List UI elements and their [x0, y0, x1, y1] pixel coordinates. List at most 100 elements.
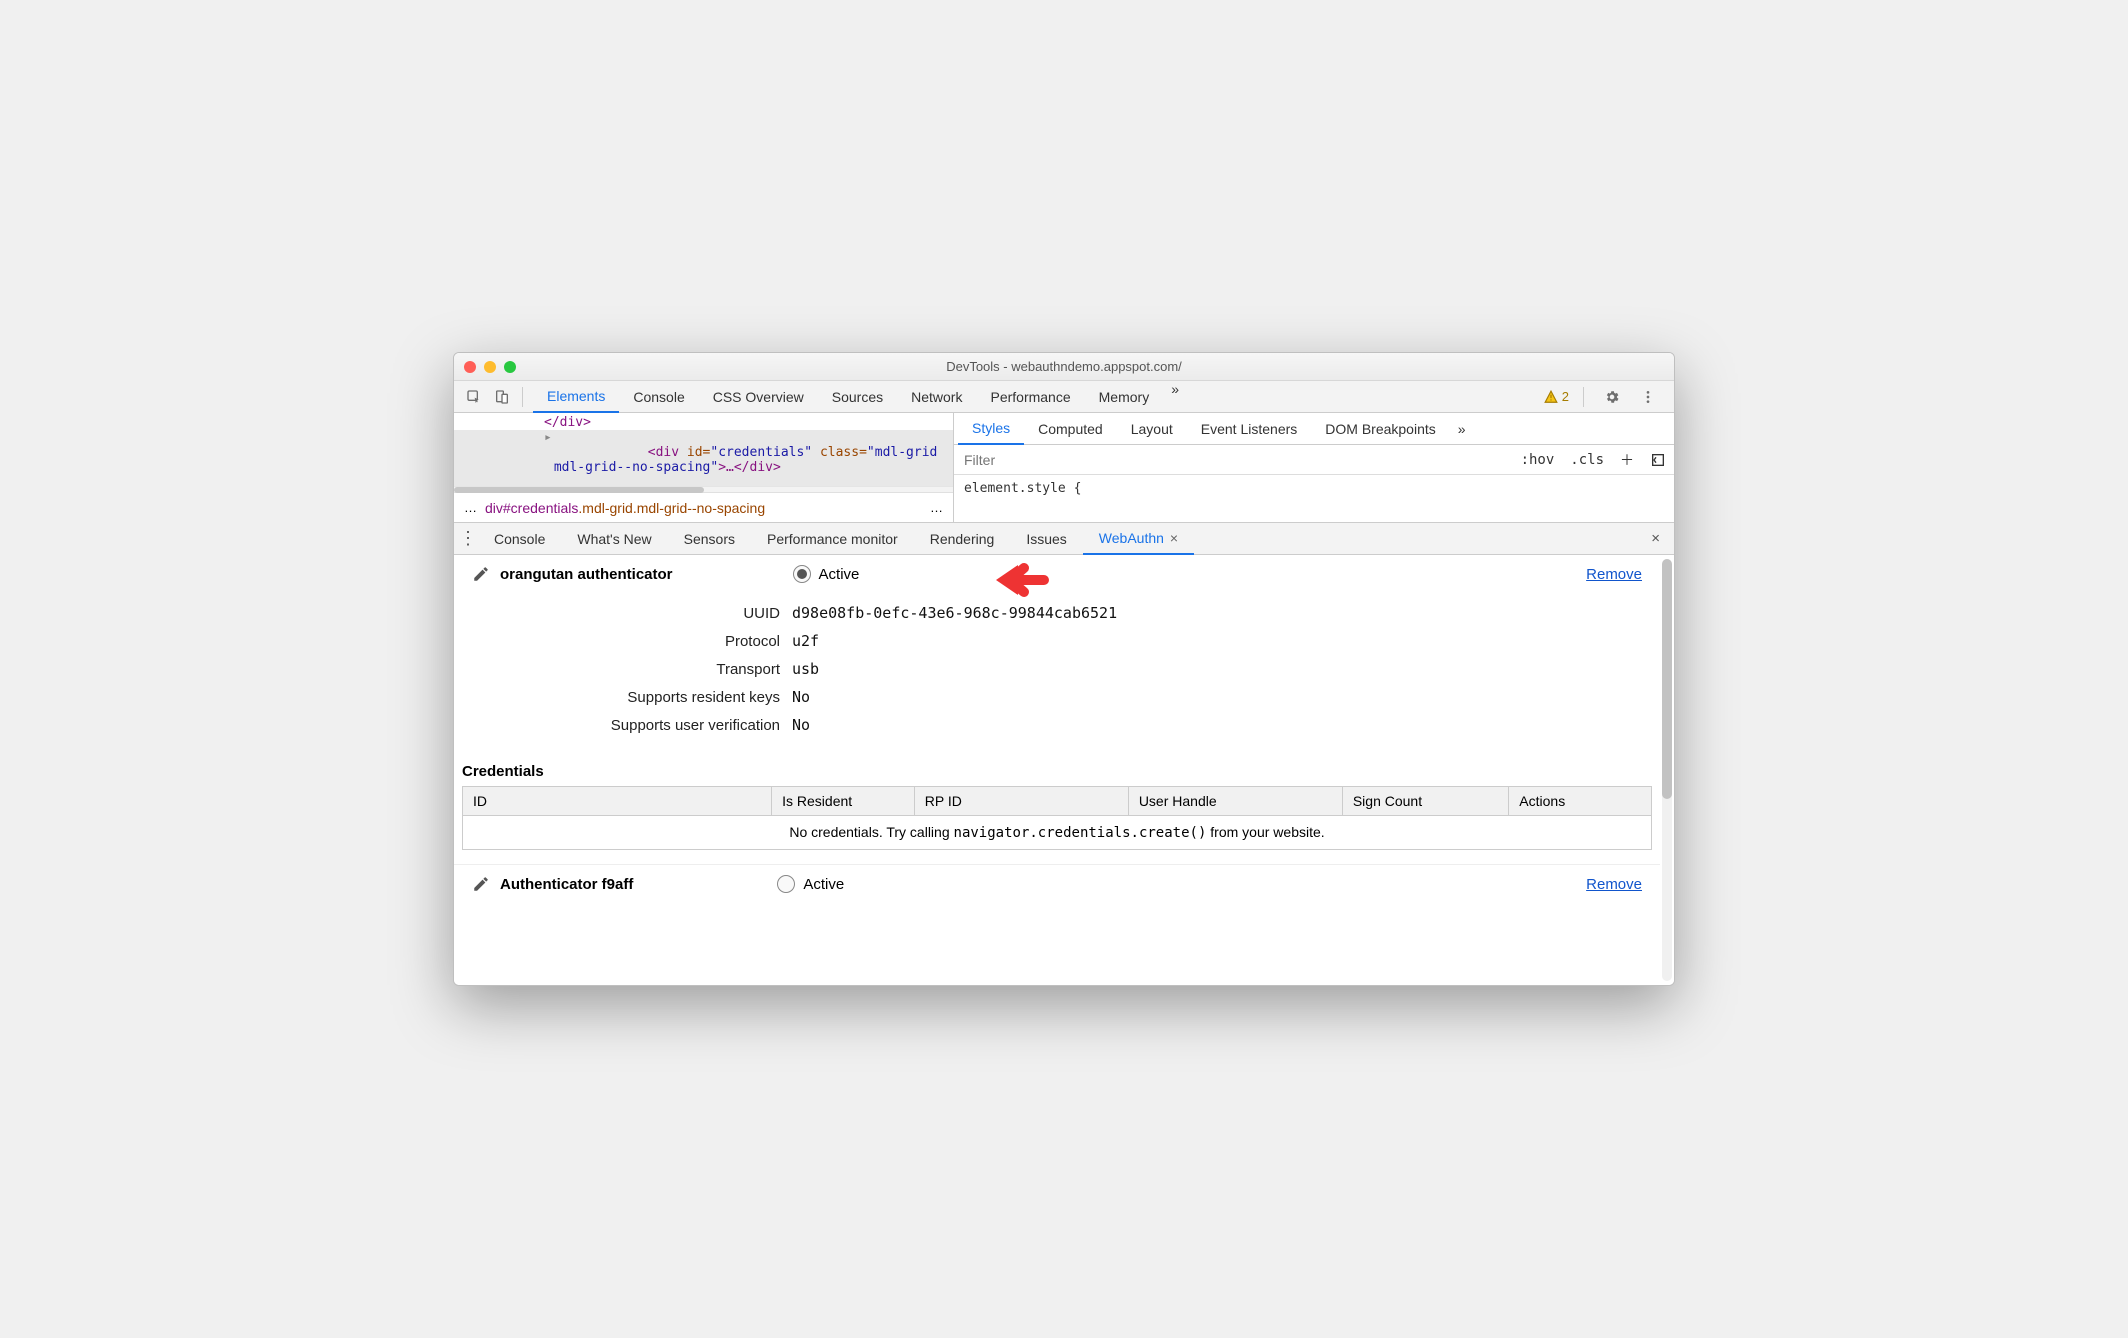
field-resident-keys: Supports resident keys No [472, 683, 1642, 711]
styles-toolbar: :hov .cls ＋ [954, 445, 1674, 475]
col-id[interactable]: ID [463, 787, 772, 816]
active-radio-group[interactable]: Active [793, 565, 860, 583]
field-value: u2f [792, 632, 819, 650]
tab-performance[interactable]: Performance [976, 381, 1084, 413]
device-toolbar-icon[interactable] [492, 387, 512, 407]
dom-tree[interactable]: </div> ▸ <div id="credentials" class="md… [454, 413, 953, 486]
breadcrumb-ellipsis-right[interactable]: … [930, 500, 943, 515]
tab-memory[interactable]: Memory [1085, 381, 1164, 413]
styles-filter-input[interactable] [954, 452, 1513, 468]
tab-elements[interactable]: Elements [533, 381, 619, 413]
drawer-tabs: Console What's New Sensors Performance m… [478, 523, 1641, 555]
active-radio-group[interactable]: Active [777, 875, 844, 893]
table-empty-row: No credentials. Try calling navigator.cr… [463, 816, 1652, 850]
credentials-heading: Credentials [454, 753, 1660, 786]
drawer-tab-console[interactable]: Console [478, 523, 561, 555]
drawer-tab-rendering[interactable]: Rendering [914, 523, 1011, 555]
warnings-count: 2 [1562, 389, 1569, 404]
breadcrumb-ellipsis-left[interactable]: … [464, 500, 477, 515]
col-sign-count[interactable]: Sign Count [1342, 787, 1508, 816]
active-radio[interactable] [793, 565, 811, 583]
empty-text-tail: from your website. [1206, 824, 1324, 840]
drawer-tab-whatsnew[interactable]: What's New [561, 523, 667, 555]
table-header-row: ID Is Resident RP ID User Handle Sign Co… [463, 787, 1652, 816]
tab-css-overview[interactable]: CSS Overview [699, 381, 818, 413]
warnings-badge[interactable]: 2 [1544, 389, 1569, 404]
dom-breadcrumb[interactable]: … div#credentials.mdl-grid.mdl-grid--no-… [454, 492, 953, 522]
webauthn-panel: orangutan authenticator Active Remove UU… [454, 555, 1674, 985]
authenticator-fields: UUID d98e08fb-0efc-43e6-968c-99844cab652… [454, 593, 1660, 753]
tab-sources[interactable]: Sources [818, 381, 897, 413]
empty-text-code: navigator.credentials.create() [954, 825, 1207, 841]
drawer-tab-perfmon[interactable]: Performance monitor [751, 523, 914, 555]
toolbar-right: 2 [1544, 387, 1662, 407]
dom-tree-panel: </div> ▸ <div id="credentials" class="md… [454, 413, 954, 522]
close-window-icon[interactable] [464, 361, 476, 373]
authenticator-header: Authenticator f9aff Active Remove [454, 865, 1660, 903]
dom-selected-node[interactable]: ▸ <div id="credentials" class="mdl-grid … [454, 430, 953, 486]
authenticator-2: Authenticator f9aff Active Remove [454, 864, 1660, 903]
col-is-resident[interactable]: Is Resident [772, 787, 915, 816]
col-actions[interactable]: Actions [1509, 787, 1652, 816]
sidebar-tab-event-listeners[interactable]: Event Listeners [1187, 413, 1312, 445]
field-label: Supports resident keys [472, 689, 792, 706]
sidebar-tab-computed[interactable]: Computed [1024, 413, 1117, 445]
edit-icon[interactable] [472, 875, 490, 893]
col-rpid[interactable]: RP ID [914, 787, 1128, 816]
sidebar-tabs: Styles Computed Layout Event Listeners D… [954, 413, 1674, 445]
field-protocol: Protocol u2f [472, 627, 1642, 655]
col-user-handle[interactable]: User Handle [1128, 787, 1342, 816]
gear-icon[interactable] [1602, 387, 1622, 407]
hov-button[interactable]: :hov [1513, 445, 1563, 474]
expand-triangle-icon[interactable]: ▸ [544, 430, 552, 445]
tab-network[interactable]: Network [897, 381, 976, 413]
sidebar-more-tabs-icon[interactable]: » [1450, 421, 1474, 437]
toggle-computed-icon[interactable] [1642, 445, 1674, 474]
kebab-menu-icon[interactable] [1638, 387, 1658, 407]
new-style-rule-icon[interactable]: ＋ [1612, 445, 1642, 474]
dom-horizontal-scroll[interactable] [454, 486, 953, 492]
active-radio-label: Active [803, 876, 844, 893]
zoom-window-icon[interactable] [504, 361, 516, 373]
active-radio-label: Active [819, 566, 860, 583]
field-label: Protocol [472, 633, 792, 650]
minimize-window-icon[interactable] [484, 361, 496, 373]
close-drawer-icon[interactable]: × [1641, 530, 1670, 547]
inspect-element-icon[interactable] [464, 387, 484, 407]
field-label: Supports user verification [472, 717, 792, 734]
window-titlebar: DevTools - webauthndemo.appspot.com/ [454, 353, 1674, 381]
sidebar-tab-dom-breakpoints[interactable]: DOM Breakpoints [1311, 413, 1449, 445]
separator [522, 387, 523, 407]
window-title: DevTools - webauthndemo.appspot.com/ [454, 359, 1674, 374]
window-traffic-lights [464, 361, 516, 373]
remove-link[interactable]: Remove [1586, 876, 1642, 893]
drawer-tabbar: ⋮ Console What's New Sensors Performance… [454, 523, 1674, 555]
more-tabs-icon[interactable]: » [1163, 381, 1187, 413]
dom-closing-tag: </div> [454, 415, 953, 430]
drawer-tab-webauthn-label: WebAuthn [1099, 530, 1164, 546]
sidebar-tab-layout[interactable]: Layout [1117, 413, 1187, 445]
drawer-tab-issues[interactable]: Issues [1010, 523, 1082, 555]
drawer-tab-webauthn[interactable]: WebAuthn × [1083, 523, 1194, 555]
close-tab-icon[interactable]: × [1170, 530, 1178, 546]
field-label: UUID [472, 605, 792, 622]
drawer-kebab-icon[interactable]: ⋮ [458, 528, 478, 549]
scrollbar-thumb[interactable] [1662, 559, 1672, 799]
elements-split-view: </div> ▸ <div id="credentials" class="md… [454, 413, 1674, 523]
main-tabs: Elements Console CSS Overview Sources Ne… [533, 381, 1544, 413]
styles-sidebar: Styles Computed Layout Event Listeners D… [954, 413, 1674, 522]
tab-console[interactable]: Console [619, 381, 698, 413]
field-user-verification: Supports user verification No [472, 711, 1642, 739]
devtools-window: DevTools - webauthndemo.appspot.com/ Ele… [453, 352, 1675, 986]
edit-icon[interactable] [472, 565, 490, 583]
active-radio[interactable] [777, 875, 795, 893]
breadcrumb-selected[interactable]: div#credentials.mdl-grid.mdl-grid--no-sp… [485, 500, 765, 516]
field-value: No [792, 716, 810, 734]
authenticator-name: Authenticator f9aff [500, 876, 633, 893]
sidebar-tab-styles[interactable]: Styles [958, 413, 1024, 445]
styles-body[interactable]: element.style { [954, 475, 1674, 502]
field-uuid: UUID d98e08fb-0efc-43e6-968c-99844cab652… [472, 599, 1642, 627]
drawer-tab-sensors[interactable]: Sensors [668, 523, 751, 555]
remove-link[interactable]: Remove [1586, 566, 1642, 583]
cls-button[interactable]: .cls [1562, 445, 1612, 474]
